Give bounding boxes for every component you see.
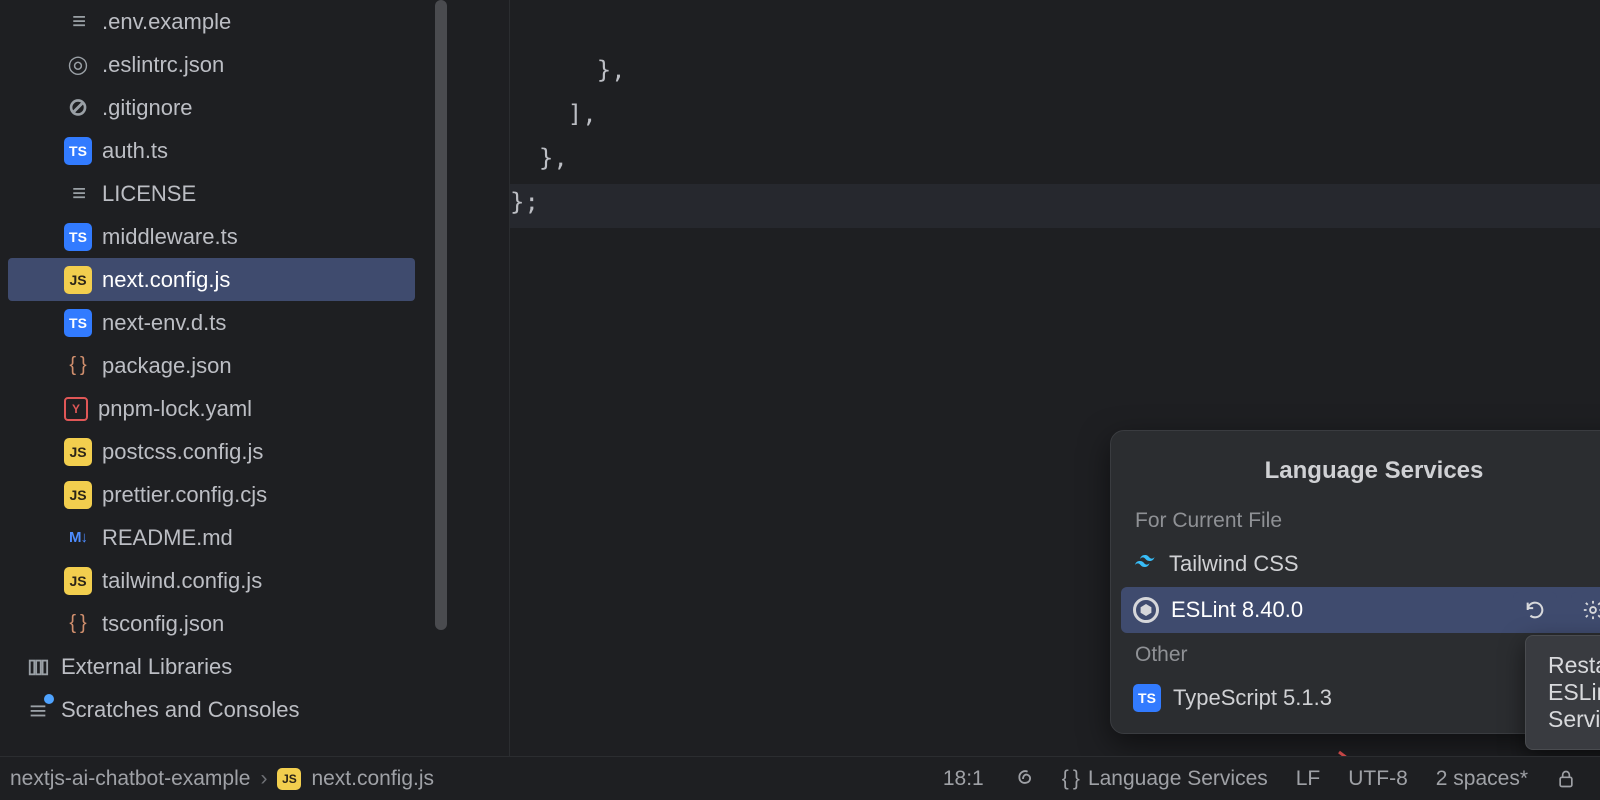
service-settings-button[interactable]: [1571, 592, 1600, 628]
file-middleware-ts[interactable]: TS middleware.ts: [0, 215, 450, 258]
braces-icon: { }: [1062, 767, 1080, 791]
external-libraries-label: External Libraries: [61, 654, 232, 680]
file-label: README.md: [102, 525, 233, 551]
file-encoding[interactable]: UTF-8: [1334, 767, 1422, 791]
file-next-env-dts[interactable]: TS next-env.d.ts: [0, 301, 450, 344]
libraries-icon: [24, 653, 52, 681]
file-label: tsconfig.json: [102, 611, 224, 637]
file-label: next.config.js: [102, 267, 230, 293]
js-icon: JS: [64, 438, 92, 466]
file-auth-ts[interactable]: TS auth.ts: [0, 129, 450, 172]
popup-section-current: For Current File: [1121, 499, 1600, 541]
scratches-label: Scratches and Consoles: [61, 697, 299, 723]
editor-gutter: [450, 0, 510, 756]
file-pnpm-lock[interactable]: Y pnpm-lock.yaml: [0, 387, 450, 430]
file-readme[interactable]: M↓ README.md: [0, 516, 450, 559]
breadcrumb-file[interactable]: next.config.js: [311, 767, 434, 791]
language-services-widget[interactable]: { } Language Services: [1048, 767, 1282, 791]
code-editor[interactable]: }, ], }, }; Language Services For Curren…: [450, 0, 1600, 756]
ts-icon: TS: [64, 137, 92, 165]
ignore-icon: ⊘: [64, 94, 92, 122]
breadcrumb[interactable]: nextjs-ai-chatbot-example › JS next.conf…: [10, 767, 434, 791]
lang-service-eslint[interactable]: ESLint 8.40.0: [1121, 587, 1600, 633]
file-label: .env.example: [102, 9, 231, 35]
file-postcss-config[interactable]: JS postcss.config.js: [0, 430, 450, 473]
lock-icon: [1556, 769, 1576, 789]
file-env-example[interactable]: ≡ .env.example: [0, 0, 450, 43]
file-license[interactable]: ≡ LICENSE: [0, 172, 450, 215]
external-libraries[interactable]: External Libraries: [0, 645, 450, 688]
project-tree[interactable]: ≡ .env.example ◎ .eslintrc.json ⊘ .gitig…: [0, 0, 450, 756]
eslint-icon: ◎: [64, 51, 92, 79]
file-eslintrc[interactable]: ◎ .eslintrc.json: [0, 43, 450, 86]
lang-service-label: TypeScript 5.1.3: [1173, 685, 1332, 711]
sidebar-scrollbar[interactable]: [432, 0, 450, 756]
readonly-toggle[interactable]: [1542, 769, 1590, 789]
file-prettier-config[interactable]: JS prettier.config.cjs: [0, 473, 450, 516]
file-label: package.json: [102, 353, 232, 379]
text-file-icon: ≡: [64, 8, 92, 36]
file-package-json[interactable]: { } package.json: [0, 344, 450, 387]
cursor-position[interactable]: 18:1: [929, 767, 998, 791]
status-spinner[interactable]: [998, 768, 1048, 790]
chevron-right-icon: ›: [260, 767, 267, 791]
js-icon: JS: [64, 567, 92, 595]
scrollbar-thumb[interactable]: [435, 0, 447, 630]
ts-icon: TS: [64, 223, 92, 251]
lang-service-tailwind[interactable]: Tailwind CSS: [1121, 541, 1600, 587]
file-gitignore[interactable]: ⊘ .gitignore: [0, 86, 450, 129]
file-tailwind-config[interactable]: JS tailwind.config.js: [0, 559, 450, 602]
pointer-arrow: [1337, 750, 1377, 756]
lang-service-label: ESLint 8.40.0: [1171, 597, 1303, 623]
tailwind-icon: [1133, 549, 1157, 579]
file-label: tailwind.config.js: [102, 568, 262, 594]
refresh-icon: [1524, 599, 1546, 621]
file-label: LICENSE: [102, 181, 196, 207]
scratches-icon: [24, 696, 52, 724]
eslint-icon: [1133, 597, 1159, 623]
file-label: middleware.ts: [102, 224, 238, 250]
js-icon: JS: [277, 768, 301, 790]
markdown-icon: M↓: [64, 524, 92, 552]
json-icon: { }: [64, 610, 92, 638]
spiral-icon: [1012, 768, 1034, 790]
file-next-config-js[interactable]: JS next.config.js: [8, 258, 415, 301]
file-tsconfig[interactable]: { } tsconfig.json: [0, 602, 450, 645]
ts-icon: TS: [1133, 684, 1161, 712]
line-separator[interactable]: LF: [1282, 767, 1335, 791]
js-icon: JS: [64, 481, 92, 509]
file-label: postcss.config.js: [102, 439, 263, 465]
text-file-icon: ≡: [64, 180, 92, 208]
file-label: .gitignore: [102, 95, 193, 121]
indent-setting[interactable]: 2 spaces*: [1422, 767, 1542, 791]
file-label: auth.ts: [102, 138, 168, 164]
restart-tooltip: Restart ESLint Service: [1525, 635, 1600, 750]
popup-title: Language Services: [1121, 441, 1600, 499]
yaml-icon: Y: [64, 397, 88, 421]
restart-service-button[interactable]: [1513, 592, 1557, 628]
status-bar: nextjs-ai-chatbot-example › JS next.conf…: [0, 756, 1600, 800]
file-label: .eslintrc.json: [102, 52, 224, 78]
lang-service-label: Tailwind CSS: [1169, 551, 1299, 577]
file-label: pnpm-lock.yaml: [98, 396, 252, 422]
ts-icon: TS: [64, 309, 92, 337]
file-label: next-env.d.ts: [102, 310, 226, 336]
js-icon: JS: [64, 266, 92, 294]
gear-icon: [1582, 599, 1600, 621]
scratches-consoles[interactable]: Scratches and Consoles: [0, 688, 450, 731]
breadcrumb-project[interactable]: nextjs-ai-chatbot-example: [10, 767, 250, 791]
json-icon: { }: [64, 352, 92, 380]
file-label: prettier.config.cjs: [102, 482, 267, 508]
editor-code[interactable]: }, ], }, };: [510, 0, 1600, 268]
